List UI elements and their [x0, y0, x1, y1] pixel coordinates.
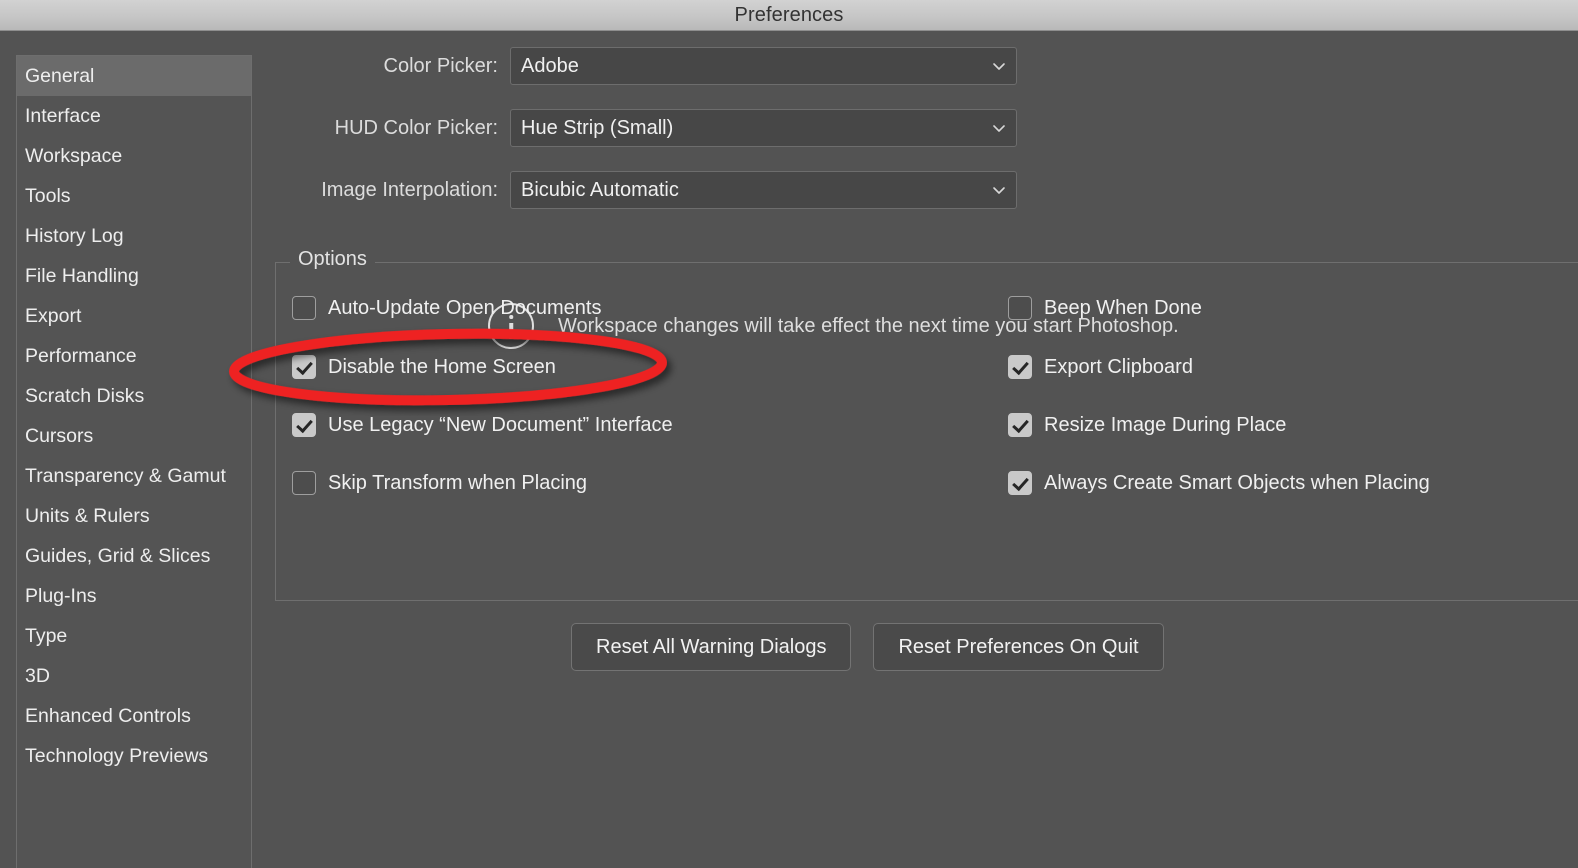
- sidebar-item-label: Cursors: [25, 425, 94, 447]
- checkbox-skip-transform-when-placing[interactable]: Skip Transform when Placing: [292, 469, 587, 497]
- sidebar-item-label: Transparency & Gamut: [25, 465, 226, 487]
- sidebar-item-label: Units & Rulers: [25, 505, 150, 527]
- options-groupbox-legend: Options: [290, 248, 375, 271]
- sidebar-item-label: Scratch Disks: [25, 385, 145, 407]
- field-row: Image Interpolation: Bicubic Automatic: [252, 171, 1017, 209]
- checkbox-export-clipboard[interactable]: Export Clipboard: [1008, 353, 1193, 381]
- preferences-category-list[interactable]: General Interface Workspace Tools History Lo…: [16, 55, 252, 868]
- chevron-down-icon: [993, 187, 1005, 194]
- chevron-down-icon: [993, 125, 1005, 132]
- checkbox-auto-update-open-documents[interactable]: Auto-Update Open Documents: [292, 294, 602, 322]
- field-label: Image Interpolation:: [321, 178, 498, 201]
- sidebar-item-transparency-gamut[interactable]: Transparency & Gamut: [17, 456, 251, 496]
- sidebar-item-label: Type: [25, 625, 68, 647]
- sidebar-item-interface[interactable]: Interface: [17, 96, 251, 136]
- sidebar-item-guides-grid-slices[interactable]: Guides, Grid & Slices: [17, 536, 251, 576]
- sidebar-item-file-handling[interactable]: File Handling: [17, 256, 251, 296]
- checkbox-unchecked-icon[interactable]: [292, 296, 316, 320]
- checkbox-checked-icon[interactable]: [292, 355, 316, 379]
- sidebar-item-label: Technology Previews: [25, 745, 209, 767]
- field-label: Color Picker:: [383, 54, 498, 77]
- checkbox-label: Auto-Update Open Documents: [328, 296, 602, 319]
- checkbox-unchecked-icon[interactable]: [1008, 296, 1032, 320]
- sidebar-item-technology-previews[interactable]: Technology Previews: [17, 736, 251, 776]
- checkbox-label: Resize Image During Place: [1044, 413, 1287, 436]
- checkbox-unchecked-icon[interactable]: [292, 471, 316, 495]
- sidebar-item-workspace[interactable]: Workspace: [17, 136, 251, 176]
- checkbox-label: Export Clipboard: [1044, 355, 1193, 378]
- checkbox-use-legacy-new-document-interface[interactable]: Use Legacy “New Document” Interface: [292, 411, 673, 439]
- sidebar-item-cursors[interactable]: Cursors: [17, 416, 251, 456]
- sidebar-item-performance[interactable]: Performance: [17, 336, 251, 376]
- dropdown-color-picker[interactable]: Adobe: [510, 47, 1017, 85]
- field-row: Color Picker: Adobe: [252, 47, 1017, 85]
- checkbox-resize-image-during-place[interactable]: Resize Image During Place: [1008, 411, 1286, 439]
- checkbox-label: Disable the Home Screen: [328, 355, 556, 378]
- sidebar-item-label: Workspace: [25, 145, 123, 167]
- sidebar-item-3d[interactable]: 3D: [17, 656, 251, 696]
- sidebar-item-label: General: [25, 65, 95, 87]
- checkbox-checked-icon[interactable]: [1008, 413, 1032, 437]
- sidebar-item-tools[interactable]: Tools: [17, 176, 251, 216]
- dropdown-hud-color-picker[interactable]: Hue Strip (Small): [510, 109, 1017, 147]
- checkbox-always-create-smart-objects-when-placing[interactable]: Always Create Smart Objects when Placing: [1008, 469, 1430, 497]
- chevron-down-icon: [993, 63, 1005, 70]
- checkbox-checked-icon[interactable]: [1008, 471, 1032, 495]
- field-label: HUD Color Picker:: [334, 116, 498, 139]
- sidebar-item-label: Enhanced Controls: [25, 705, 191, 727]
- dropdown-value: Bicubic Automatic: [521, 178, 679, 201]
- checkbox-label: Skip Transform when Placing: [328, 471, 588, 494]
- checkbox-label: Use Legacy “New Document” Interface: [328, 413, 673, 436]
- sidebar-item-label: Plug-Ins: [25, 585, 97, 607]
- sidebar-item-label: File Handling: [25, 265, 139, 287]
- sidebar-item-label: Performance: [25, 345, 137, 367]
- dropdown-image-interpolation[interactable]: Bicubic Automatic: [510, 171, 1017, 209]
- checkbox-disable-the-home-screen[interactable]: Disable the Home Screen: [292, 353, 556, 381]
- window-title: Preferences: [734, 4, 844, 26]
- checkbox-checked-icon[interactable]: [1008, 355, 1032, 379]
- button-reset-all-warning-dialogs[interactable]: Reset All Warning Dialogs: [571, 623, 852, 671]
- dropdown-value: Adobe: [521, 54, 579, 77]
- sidebar-item-type[interactable]: Type: [17, 616, 251, 656]
- sidebar-item-units-rulers[interactable]: Units & Rulers: [17, 496, 251, 536]
- button-reset-preferences-on-quit[interactable]: Reset Preferences On Quit: [873, 623, 1164, 671]
- sidebar-item-history-log[interactable]: History Log: [17, 216, 251, 256]
- field-row: HUD Color Picker: Hue Strip (Small): [252, 109, 1017, 147]
- checkbox-beep-when-done[interactable]: Beep When Done: [1008, 294, 1202, 322]
- checkbox-label: Always Create Smart Objects when Placing: [1044, 471, 1430, 494]
- sidebar-item-scratch-disks[interactable]: Scratch Disks: [17, 376, 251, 416]
- sidebar-item-enhanced-controls[interactable]: Enhanced Controls: [17, 696, 251, 736]
- sidebar-item-label: Export: [25, 305, 82, 327]
- checkbox-label: Beep When Done: [1044, 296, 1202, 319]
- sidebar-item-label: Guides, Grid & Slices: [25, 545, 211, 567]
- sidebar-item-plug-ins[interactable]: Plug-Ins: [17, 576, 251, 616]
- window-titlebar[interactable]: Preferences: [0, 0, 1578, 31]
- preferences-content-pane: Color Picker: Adobe HUD Color Picker: Hue S…: [252, 31, 1578, 868]
- sidebar-item-label: History Log: [25, 225, 124, 247]
- preferences-dialog: Preferences General Interface Workspace Too…: [0, 0, 1578, 868]
- footer-buttons: Reset All Warning Dialogs Reset Preferenc…: [571, 623, 1164, 671]
- sidebar-item-general[interactable]: General: [17, 56, 251, 96]
- checkbox-checked-icon[interactable]: [292, 413, 316, 437]
- sidebar-item-label: 3D: [25, 665, 50, 687]
- sidebar-item-label: Interface: [25, 105, 101, 127]
- sidebar-item-export[interactable]: Export: [17, 296, 251, 336]
- sidebar-item-label: Tools: [25, 185, 71, 207]
- dropdown-value: Hue Strip (Small): [521, 116, 674, 139]
